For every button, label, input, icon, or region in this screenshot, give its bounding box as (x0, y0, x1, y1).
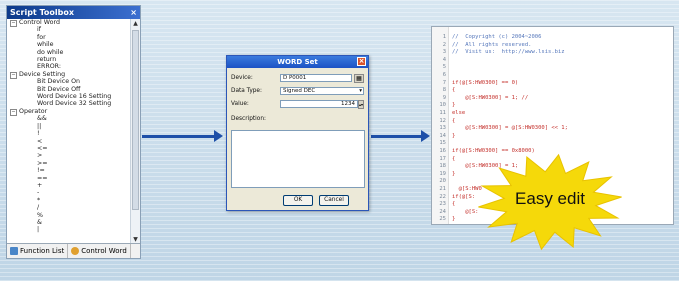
tree-item[interactable]: Word Device 16 Setting (7, 93, 132, 100)
code-text: if(@[S: (452, 193, 476, 200)
code-text: else (452, 110, 466, 116)
tree-item[interactable]: for (7, 34, 132, 41)
tree-item[interactable]: Bit Device Off (7, 86, 132, 93)
tree-item[interactable]: > (7, 152, 132, 159)
tree-item[interactable]: >= (7, 160, 132, 167)
code-text: if(@[S:HW0300] == 0) (452, 79, 519, 86)
tab-control-word-label: Control Word (81, 247, 127, 255)
code-text: } (452, 102, 456, 109)
collapse-icon[interactable]: − (10, 108, 17, 116)
dialog-close-icon[interactable]: × (357, 57, 366, 66)
line-number: 25 (439, 216, 446, 223)
collapse-icon[interactable]: − (10, 20, 17, 27)
toolbox-title-bar: Script Toolbox × (7, 6, 140, 19)
toolbox-tree: − Control Word if for while do while return ERR… (7, 19, 132, 244)
flow-arrow-1-head (214, 130, 223, 142)
device-label: Device: (231, 75, 253, 81)
code-text: // Visit us: http://www.lsis.biz (452, 49, 565, 56)
dialog-title: WORD Set (277, 58, 318, 66)
code-text: @[S:HW0300] = @[S:HW0300] << 1; (452, 125, 568, 132)
device-field[interactable]: D P0001 (280, 74, 352, 82)
tab-function-list[interactable]: Function List (7, 244, 69, 258)
code-text: @[S:HW0300] = 1; // (452, 94, 529, 101)
chevron-down-icon: ▾ (359, 88, 362, 94)
code-text: // Copyright (c) 2004~2006 (452, 34, 542, 40)
tree-group-label: Device Setting (19, 70, 66, 78)
code-line: 3// Visit us: http://www.lsis.biz (434, 48, 565, 56)
value-label: Value: (231, 101, 249, 107)
flow-arrow-2-shaft (371, 135, 423, 138)
tree-item[interactable]: % (7, 212, 132, 219)
tree-item[interactable]: ! (7, 130, 132, 137)
tree-item[interactable]: do while (7, 49, 132, 56)
tree-item[interactable]: if (7, 26, 132, 33)
tree-group-label: Operator (19, 107, 48, 115)
easy-edit-text: Easy edit (515, 189, 585, 208)
scroll-up-icon[interactable]: ▲ (131, 19, 140, 28)
tree-item[interactable]: < (7, 138, 132, 145)
easy-edit-callout: Easy edit (475, 152, 625, 252)
tree-item[interactable]: || (7, 123, 132, 130)
tree-item[interactable]: - (7, 189, 132, 196)
tab-function-list-label: Function List (20, 247, 65, 255)
tree-item[interactable]: | (7, 226, 132, 233)
data-type-select[interactable]: Signed DEC ▾ (280, 87, 364, 95)
script-toolbox-panel: Script Toolbox × − Control Word if for while… (6, 5, 141, 259)
value-field[interactable]: 1234 (280, 100, 358, 108)
description-label: Description: (231, 116, 266, 122)
tree-item[interactable]: & (7, 219, 132, 226)
code-text: { (452, 201, 456, 208)
tree-item[interactable]: + (7, 182, 132, 189)
tree-item[interactable]: / (7, 204, 132, 211)
tree-group[interactable]: − Operator (7, 107, 132, 116)
data-type-label: Data Type: (231, 88, 262, 94)
ok-button[interactable]: OK (283, 195, 313, 206)
cancel-button[interactable]: Cancel (319, 195, 349, 206)
scroll-thumb[interactable] (132, 30, 139, 210)
tree-group[interactable]: − Control Word (7, 19, 132, 27)
tree-item[interactable]: return (7, 56, 132, 63)
tree-item[interactable]: Word Device 32 Setting (7, 100, 132, 107)
tree-item[interactable]: * (7, 197, 132, 204)
code-text: // All rights reserved. (452, 41, 532, 48)
collapse-icon[interactable]: − (10, 71, 17, 79)
tree-item[interactable]: while (7, 41, 132, 48)
dialog-title-bar: WORD Set × (227, 56, 368, 68)
control-word-icon (71, 247, 80, 255)
flow-arrow-2-head (421, 130, 430, 142)
flow-arrow-1-shaft (142, 135, 216, 138)
function-list-icon (10, 247, 18, 255)
close-icon[interactable]: × (130, 6, 137, 19)
tree-item[interactable]: && (7, 115, 132, 122)
tree-item[interactable]: ERROR: (7, 63, 132, 70)
code-text: } (452, 132, 456, 139)
toolbox-title: Script Toolbox (10, 8, 75, 17)
tree-item[interactable]: Bit Device On (7, 78, 132, 85)
toolbox-scrollbar[interactable]: ▲ ▼ (130, 19, 140, 244)
tree-group[interactable]: − Device Setting (7, 70, 132, 79)
code-text: { (452, 117, 456, 124)
word-set-dialog: WORD Set × Device: D P0001 ▦ Data Type: … (226, 55, 369, 211)
tree-item[interactable]: != (7, 167, 132, 174)
tree-item[interactable]: <= (7, 145, 132, 152)
code-text: { (452, 155, 456, 162)
code-line: 25} (434, 215, 455, 223)
tree-item[interactable]: == (7, 175, 132, 182)
code-text: } (452, 170, 456, 177)
tab-control-word[interactable]: Control Word (68, 244, 131, 258)
value-spin-icon[interactable]: ▴▾ (358, 100, 364, 109)
code-text: { (452, 87, 456, 94)
device-browse-button[interactable]: ▦ (354, 74, 364, 83)
toolbox-tab-bar: Function List Control Word (7, 243, 140, 258)
description-textarea[interactable] (231, 130, 365, 188)
code-text: } (452, 216, 456, 223)
tree-group-label: Control Word (19, 19, 60, 26)
data-type-value: Signed DEC (283, 88, 316, 94)
